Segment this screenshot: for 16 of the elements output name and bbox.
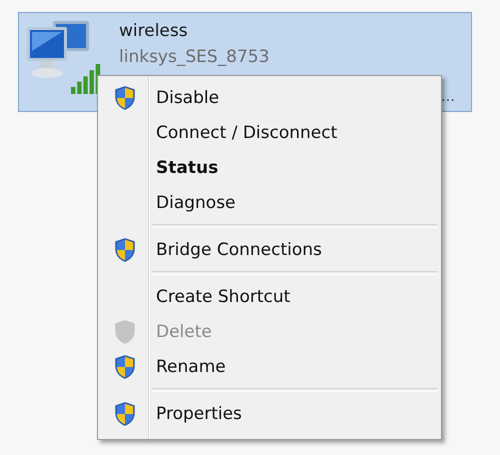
menu-item[interactable]: Rename — [100, 349, 439, 384]
menu-item[interactable]: Properties — [100, 396, 439, 431]
shield-icon — [114, 236, 136, 262]
menu-item[interactable]: Connect / Disconnect — [100, 115, 439, 150]
shield-icon — [114, 400, 136, 426]
menu-item[interactable]: Status — [100, 150, 439, 185]
menu-item[interactable]: Diagnose — [100, 185, 439, 220]
shield-icon — [114, 84, 136, 110]
device-name: … — [441, 89, 455, 105]
menu-item[interactable]: Create Shortcut — [100, 279, 439, 314]
menu-item[interactable]: Disable — [100, 80, 439, 115]
menu-item[interactable]: Bridge Connections — [100, 232, 439, 267]
network-name: linksys_SES_8753 — [119, 47, 270, 67]
shield-icon — [114, 318, 136, 344]
connection-name: wireless — [119, 21, 189, 41]
shield-icon — [114, 354, 136, 380]
